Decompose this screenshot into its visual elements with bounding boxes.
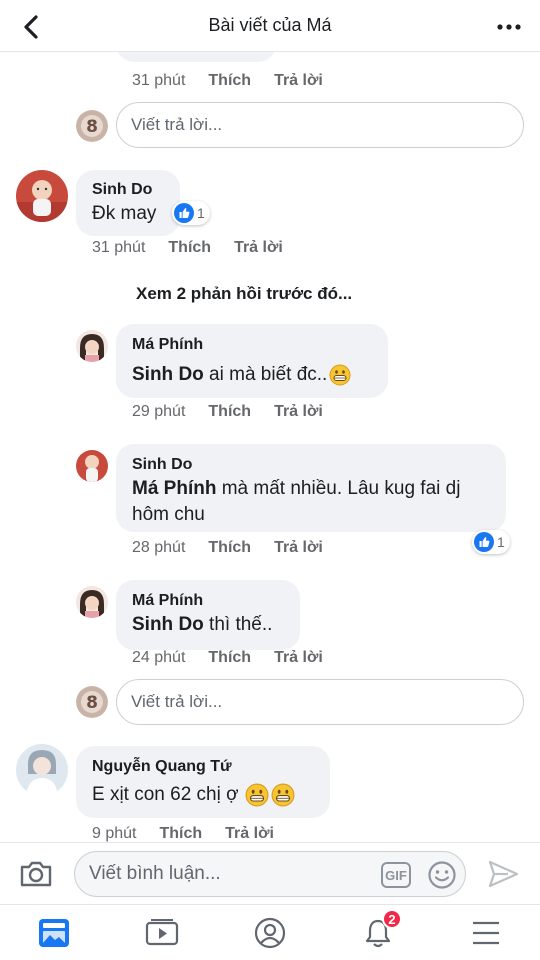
reply-author[interactable]: Má Phính: [132, 592, 203, 610]
camera-button[interactable]: [18, 857, 54, 891]
notification-badge: 2: [382, 909, 402, 929]
comment-composer: GIF: [0, 842, 540, 904]
reply-time: 24 phút: [132, 649, 186, 666]
news-feed-icon: [39, 919, 69, 947]
svg-text:8: 8: [86, 117, 98, 137]
reaction-count: 1: [197, 205, 205, 221]
like-link[interactable]: Thích: [208, 403, 251, 421]
like-link[interactable]: Thích: [208, 649, 251, 667]
reply-link[interactable]: Trả lời: [274, 72, 323, 90]
camera-icon: [20, 861, 52, 887]
comment-meta: 9 phút Thích Trả lời: [92, 825, 274, 842]
avatar[interactable]: [76, 450, 108, 482]
comment-author[interactable]: Nguyễn Quang Tứ: [92, 758, 232, 776]
reply-input-box[interactable]: [116, 102, 524, 148]
tab-news-feed[interactable]: [36, 915, 72, 951]
reply-link[interactable]: Trả lời: [274, 649, 323, 667]
reply-body: mà mất nhiều. Lâu kug fai dj: [216, 478, 461, 499]
comment-time: 31 phút: [92, 239, 146, 256]
view-previous-replies-link[interactable]: Xem 2 phản hồi trước đó...: [136, 284, 352, 304]
avatar[interactable]: [16, 170, 68, 222]
reaction-count: 1: [497, 534, 505, 550]
comment-text: E xịt con 62 chị ợ: [92, 782, 295, 808]
mention-link[interactable]: Sinh Do: [132, 362, 204, 388]
bottom-tab-bar: 2: [0, 904, 540, 960]
reply-time: 29 phút: [132, 403, 186, 420]
like-link[interactable]: Thích: [168, 239, 211, 257]
comment-time: 31 phút: [132, 72, 186, 89]
comment-feed[interactable]: 31 phút Thích Trả lời 8 Sinh Do Đk may 1…: [0, 52, 540, 842]
comment-bubble[interactable]: Sinh Do Đk may: [76, 170, 180, 236]
comment-bubble-partial: [116, 52, 276, 62]
like-link[interactable]: Thích: [208, 72, 251, 90]
reply-meta: 29 phút Thích Trả lời: [132, 403, 323, 421]
reply-input-box[interactable]: [116, 679, 524, 725]
reaction-summary[interactable]: 1: [472, 530, 510, 554]
avatar[interactable]: [16, 744, 68, 796]
avatar[interactable]: [76, 330, 108, 362]
like-reaction-icon: [174, 203, 194, 223]
reply-link[interactable]: Trả lời: [274, 539, 323, 557]
mention-link[interactable]: Má Phính: [132, 478, 216, 499]
reply-body: thì thế..: [203, 614, 273, 635]
tab-profile[interactable]: [252, 915, 288, 951]
more-dots-icon: [497, 24, 521, 30]
reply-meta: 28 phút Thích Trả lời: [132, 539, 323, 557]
top-bar: Bài viết của Má: [0, 0, 540, 52]
reply-author[interactable]: Sinh Do: [132, 456, 192, 474]
reply-bubble[interactable]: Sinh Do Má Phính mà mất nhiều. Lâu kug f…: [116, 444, 506, 532]
comment-input[interactable]: [75, 852, 365, 896]
tab-watch[interactable]: [144, 915, 180, 951]
tab-menu[interactable]: [468, 915, 504, 951]
grin-emoji-icon: [245, 783, 269, 807]
comment-body: E xịt con 62 chị ợ: [92, 784, 239, 805]
avatar[interactable]: [76, 586, 108, 618]
comment-author[interactable]: Sinh Do: [92, 181, 152, 199]
comment-time: 9 phút: [92, 825, 137, 842]
reply-link[interactable]: Trả lời: [274, 403, 323, 421]
reply-text: Sinh Do thì thế..: [132, 612, 272, 638]
comment-meta: 31 phút Thích Trả lời: [92, 239, 283, 257]
reply-bubble[interactable]: Má Phính Sinh Do ai mà biết đc..: [116, 324, 388, 398]
hamburger-menu-icon: [473, 921, 499, 945]
comment-bubble[interactable]: Nguyễn Quang Tứ E xịt con 62 chị ợ: [76, 746, 330, 818]
avatar-self: 8: [76, 686, 108, 718]
comment-text: Đk may: [92, 203, 157, 224]
reply-body-line2: hôm chu: [132, 504, 205, 525]
send-icon: [488, 860, 519, 888]
grin-emoji-icon: [271, 783, 295, 807]
reply-meta: 24 phút Thích Trả lời: [132, 649, 323, 667]
comment-input-box[interactable]: GIF: [74, 851, 466, 897]
reply-input[interactable]: [117, 103, 523, 147]
page-title: Bài viết của Má: [208, 15, 332, 35]
reply-link[interactable]: Trả lời: [234, 239, 283, 257]
send-button[interactable]: [486, 857, 520, 891]
emoji-button[interactable]: [427, 860, 457, 890]
gif-button[interactable]: GIF: [381, 862, 411, 888]
avatar-self: 8: [76, 110, 108, 142]
reply-link[interactable]: Trả lời: [225, 825, 274, 842]
reply-text: Má Phính mà mất nhiều. Lâu kug fai dj hô…: [132, 476, 492, 528]
reply-body: ai mà biết đc..: [203, 364, 328, 385]
like-link[interactable]: Thích: [208, 539, 251, 557]
reply-author[interactable]: Má Phính: [132, 336, 203, 354]
svg-text:8: 8: [86, 693, 98, 713]
comment-meta: 31 phút Thích Trả lời: [132, 72, 323, 90]
like-reaction-icon: [474, 532, 494, 552]
reply-bubble[interactable]: Má Phính Sinh Do thì thế..: [116, 580, 300, 650]
grin-emoji-icon: [329, 364, 351, 386]
reply-time: 28 phút: [132, 539, 186, 556]
video-icon: [145, 919, 179, 946]
profile-icon: [254, 917, 286, 949]
reply-text: Sinh Do ai mà biết đc..: [132, 362, 351, 388]
tab-notifications[interactable]: 2: [360, 909, 402, 951]
more-options-button[interactable]: [492, 10, 526, 44]
mention-link[interactable]: Sinh Do: [132, 614, 204, 635]
smiley-icon: [428, 861, 456, 889]
like-link[interactable]: Thích: [159, 825, 202, 842]
reply-input[interactable]: [117, 680, 523, 724]
reaction-summary[interactable]: 1: [172, 201, 210, 225]
